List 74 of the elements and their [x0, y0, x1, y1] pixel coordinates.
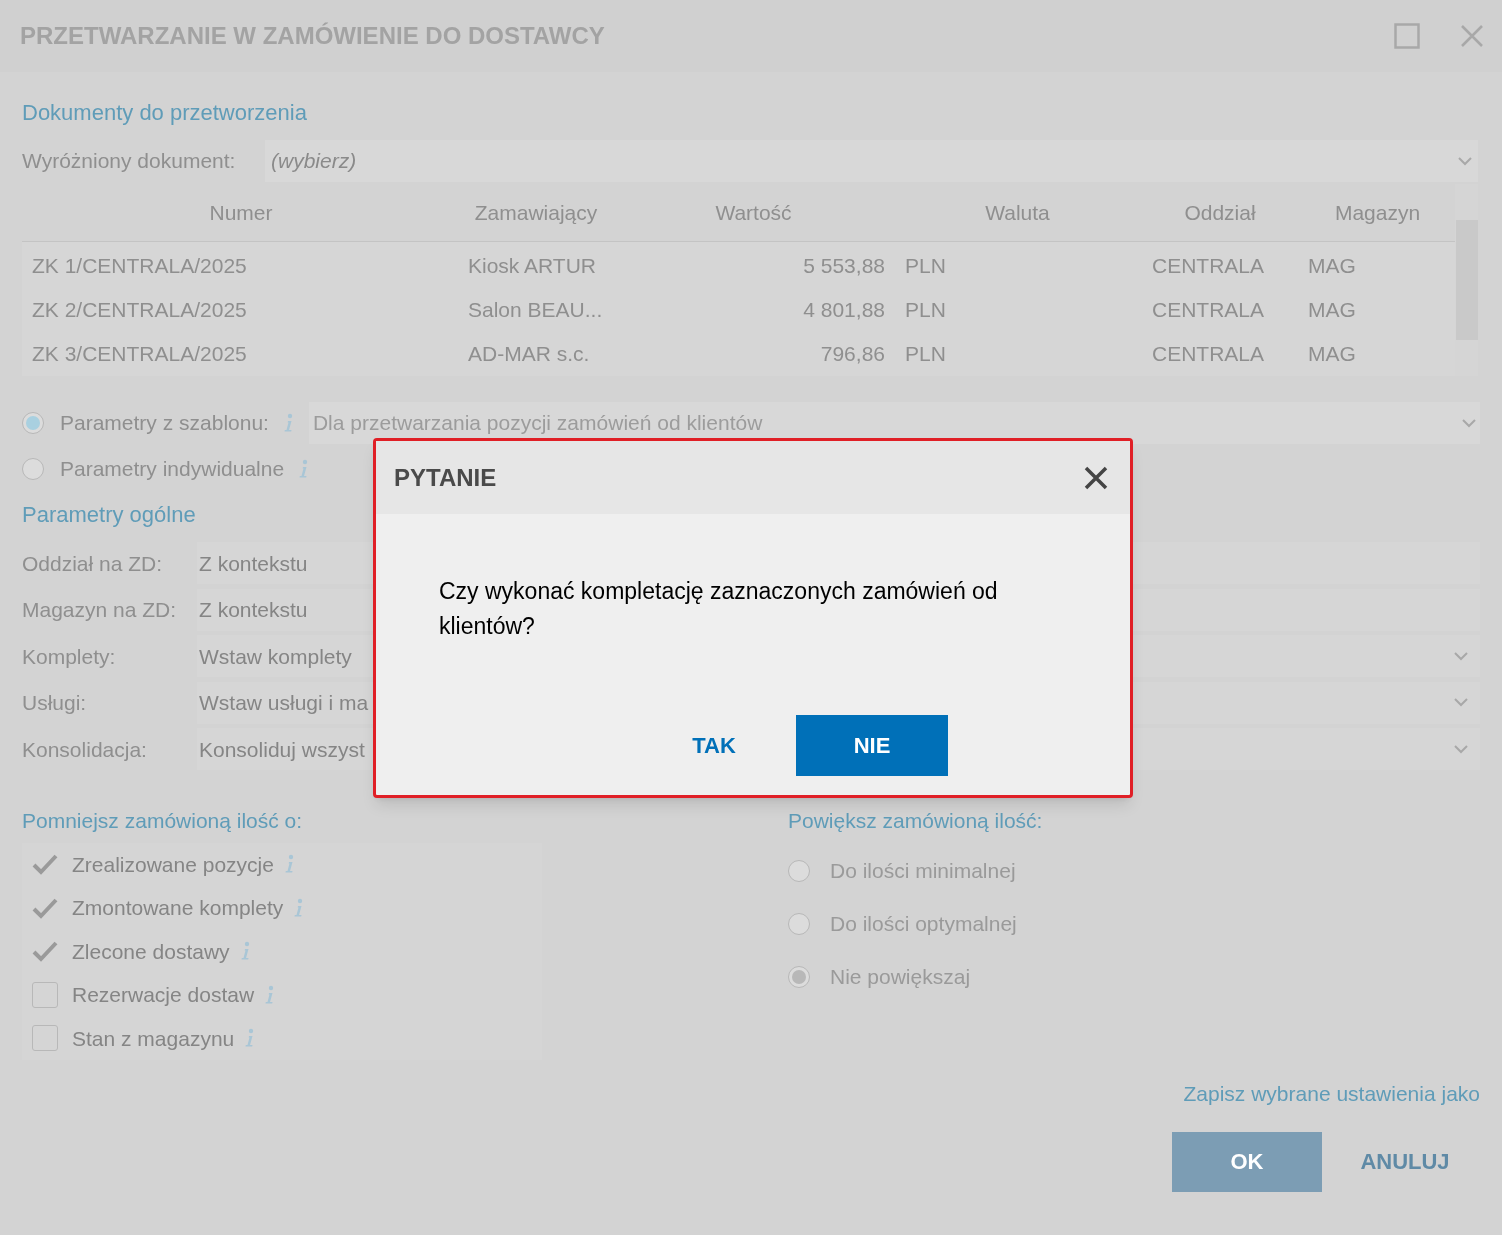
column-header[interactable]: Oddział — [1140, 184, 1300, 241]
checkbox-label[interactable]: Zmontowane komplety — [72, 892, 284, 924]
table-cell-text: 4 801,88 — [802, 297, 886, 324]
field-label: Wyróżniony dokument: — [22, 148, 237, 175]
info-icon[interactable] — [283, 854, 294, 875]
section-heading: Parametry ogólne — [22, 501, 197, 529]
radio-button[interactable] — [788, 860, 810, 882]
radio-label[interactable]: Do ilości minimalnej — [830, 855, 1016, 887]
field-label: Oddział na ZD: — [22, 550, 164, 577]
section-heading: Powiększ zamówioną ilość: — [788, 807, 1044, 834]
chevron-down-icon — [1458, 156, 1472, 166]
table-cell-text: MAG — [1307, 253, 1357, 280]
no-button[interactable]: NIE — [796, 715, 948, 776]
save-settings-link[interactable]: Zapisz wybrane ustawienia jako — [1183, 1078, 1480, 1110]
radio-label[interactable]: Parametry indywidualne — [60, 453, 285, 485]
radio-button[interactable] — [788, 913, 810, 935]
column-header[interactable]: Waluta — [895, 184, 1140, 241]
table-cell-text: Kiosk ARTUR — [467, 253, 597, 280]
table-cell-text: MAG — [1307, 341, 1357, 368]
cancel-button[interactable]: ANULUJ — [1330, 1131, 1480, 1192]
radio-button[interactable] — [788, 966, 810, 988]
table-cell-text: 5 553,88 — [802, 253, 886, 280]
chevron-down-icon — [1454, 744, 1468, 754]
info-icon[interactable] — [264, 984, 275, 1005]
checkbox[interactable] — [32, 981, 58, 1008]
dialog-message: Czy wykonać kompletację zaznaczonych zamówień od klientów? — [438, 577, 999, 641]
info-icon[interactable] — [282, 413, 293, 433]
dialog-title: PYTANIE — [394, 462, 498, 493]
table-cell-text: ZK 1/CENTRALA/2025 — [31, 253, 248, 280]
table-cell-text: CENTRALA — [1151, 253, 1266, 280]
document-select[interactable]: (wybierz) — [265, 140, 1478, 182]
table-cell-text: CENTRALA — [1151, 341, 1266, 368]
table-cell-text: AD-MAR s.c. — [467, 341, 591, 368]
table-cell-text: CENTRALA — [1151, 297, 1266, 324]
table-cell-text: MAG — [1307, 297, 1357, 324]
chevron-down-icon — [1454, 651, 1468, 661]
field-label: Usługi: — [22, 690, 88, 716]
close-icon[interactable] — [1084, 465, 1108, 490]
column-header[interactable]: Magazyn — [1300, 184, 1455, 241]
radio-label[interactable]: Parametry z szablonu: — [60, 407, 269, 439]
info-icon[interactable] — [298, 459, 309, 479]
table-cell-text: PLN — [904, 341, 947, 368]
column-header[interactable]: Wartość — [612, 184, 895, 241]
checkbox-label[interactable]: Zlecone dostawy — [72, 935, 230, 967]
radio-label[interactable]: Nie powiększaj — [830, 961, 971, 993]
radio-button[interactable] — [22, 412, 44, 434]
table-cell-text: Salon BEAU... — [467, 297, 604, 324]
radio-label[interactable]: Do ilości optymalnej — [830, 908, 1017, 940]
table-cell-text: 796,86 — [819, 341, 886, 368]
template-select[interactable]: Dla przetwarzania pozycji zamówień od klientów — [308, 402, 1480, 444]
info-icon[interactable] — [244, 1028, 255, 1049]
checkbox-label[interactable]: Stan z magazynu — [72, 1022, 235, 1054]
section-heading: Dokumenty do przetworzenia — [22, 99, 308, 126]
table-cell-text: ZK 2/CENTRALA/2025 — [31, 297, 248, 324]
ok-button[interactable]: OK — [1172, 1131, 1322, 1192]
table-cell-text: PLN — [904, 253, 947, 280]
checkbox[interactable] — [32, 1025, 58, 1052]
info-icon[interactable] — [293, 897, 304, 918]
table-cell-text: PLN — [904, 297, 947, 324]
field-label: Konsolidacja: — [22, 736, 148, 763]
radio-button[interactable] — [22, 458, 44, 480]
field-label: Komplety: — [22, 643, 117, 670]
yes-button[interactable]: TAK — [638, 715, 790, 776]
column-header[interactable]: Zamawiający — [460, 184, 612, 241]
section-heading: Pomniejsz zamówioną ilość o: — [22, 807, 304, 834]
chevron-down-icon — [1454, 698, 1468, 708]
checkbox-label[interactable]: Rezerwacje dostaw — [72, 979, 255, 1011]
chevron-down-icon — [1462, 418, 1476, 428]
checkbox-label[interactable]: Zrealizowane pozycje — [72, 848, 274, 880]
table-cell-text: ZK 3/CENTRALA/2025 — [31, 341, 248, 368]
info-icon[interactable] — [239, 941, 250, 962]
maximize-icon[interactable] — [1394, 23, 1420, 49]
column-header[interactable]: Numer — [22, 184, 460, 241]
field-label: Magazyn na ZD: — [22, 597, 178, 623]
